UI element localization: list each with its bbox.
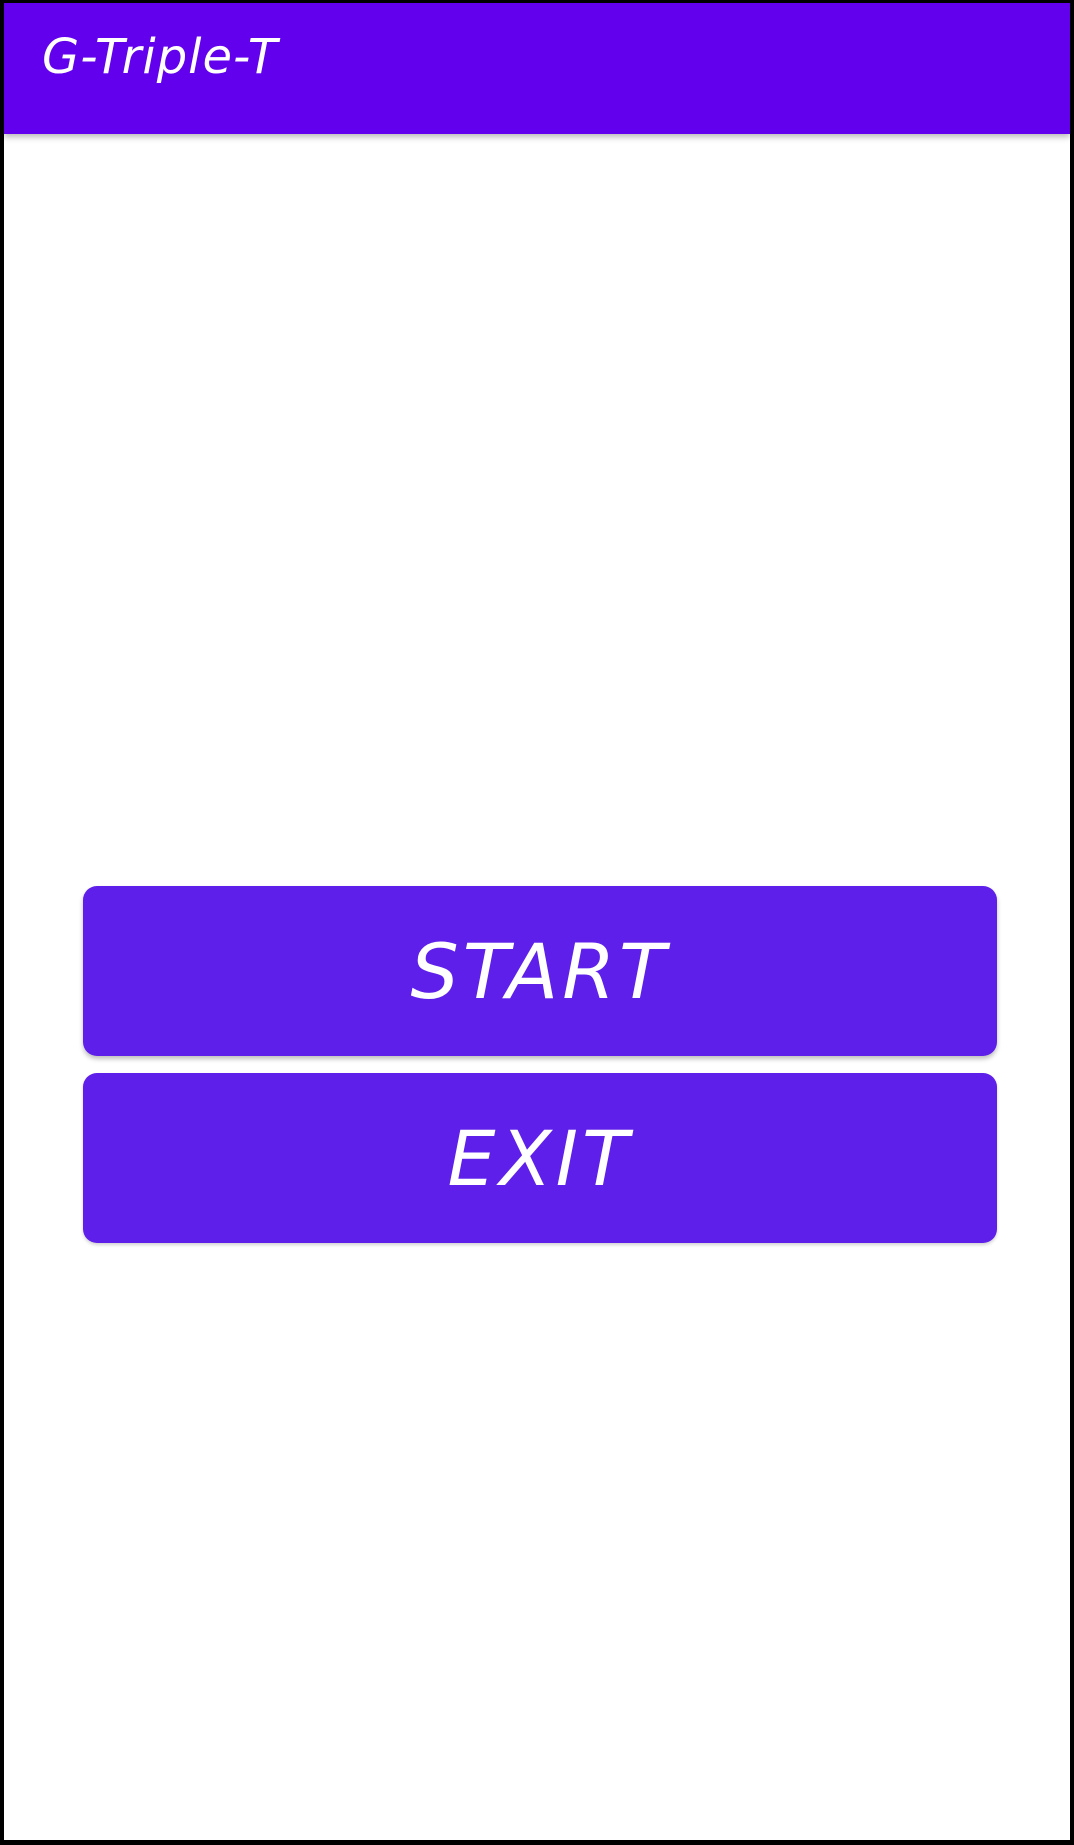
app-title: G-Triple-T bbox=[42, 29, 279, 85]
exit-button[interactable]: EXIT bbox=[83, 1073, 997, 1243]
app-screen: G-Triple-T START EXIT bbox=[4, 3, 1070, 1840]
start-button[interactable]: START bbox=[83, 886, 997, 1056]
app-bar: G-Triple-T bbox=[4, 3, 1070, 134]
